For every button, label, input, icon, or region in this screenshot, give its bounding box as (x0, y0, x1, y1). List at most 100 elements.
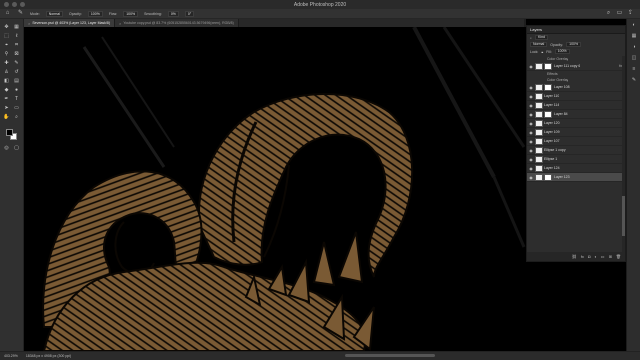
layer-name[interactable]: Layer 114 (544, 103, 559, 107)
layer-opacity-field[interactable]: 100% (566, 42, 582, 47)
fx-icon[interactable]: fx (581, 254, 584, 259)
zoom-tool-icon[interactable]: ⌕ (13, 113, 20, 120)
layers-scroll-thumb[interactable] (622, 196, 625, 236)
visibility-eye-icon[interactable]: ◉ (527, 112, 535, 117)
layer-mask-thumbnail[interactable] (544, 110, 552, 118)
layer-thumbnail[interactable] (535, 101, 543, 109)
channels-panel-icon[interactable]: ≡ (627, 63, 640, 74)
home-icon[interactable]: ⌂ (4, 10, 11, 17)
tab-severson[interactable]: × Severson.psd @ 403% (Layer 123, Layer … (24, 19, 116, 27)
workspace-icon[interactable]: ▭ (616, 10, 623, 17)
layer-thumbnail[interactable] (535, 62, 543, 70)
gradient-tool-icon[interactable]: ▤ (13, 77, 20, 84)
healing-brush-icon[interactable]: ✚ (3, 59, 10, 66)
opacity-field[interactable]: 100% (87, 10, 103, 17)
lasso-tool-icon[interactable]: ℓ (13, 32, 20, 39)
visibility-eye-icon[interactable]: ◉ (527, 166, 535, 171)
horizontal-scroll-thumb[interactable] (345, 354, 435, 357)
layer-name[interactable]: Layer 107 (544, 139, 560, 143)
layer-row[interactable]: ◉ Layer 107 (527, 137, 625, 146)
clone-stamp-icon[interactable]: ♙ (3, 68, 10, 75)
tab-youtube-copy[interactable]: × Youtube copy.psd @ 83.7% (605152855601… (115, 19, 239, 27)
layer-thumbnail[interactable] (535, 155, 543, 163)
filter-kind-select[interactable]: Kind (534, 35, 548, 40)
visibility-eye-icon[interactable]: ◉ (527, 175, 535, 180)
layer-thumbnail[interactable] (535, 128, 543, 136)
visibility-eye-icon[interactable]: ◉ (527, 103, 535, 108)
foreground-color-swatch[interactable] (6, 129, 13, 136)
layer-name[interactable]: Layer 84 (554, 112, 568, 116)
layer-name[interactable]: Layer 124 (544, 166, 560, 170)
layer-row[interactable]: ◉ Layer 84 (527, 110, 625, 119)
layers-panel-icon[interactable]: ◫ (627, 52, 640, 63)
trash-icon[interactable]: 🗑︎ (616, 254, 621, 259)
layer-name[interactable]: Layer 123 (554, 175, 570, 179)
layer-name[interactable]: Layer 108 (554, 85, 570, 89)
link-icon[interactable]: ⛓ (572, 254, 577, 259)
close-tab-icon[interactable]: × (28, 21, 30, 26)
layer-mask-thumbnail[interactable] (544, 173, 552, 181)
visibility-eye-icon[interactable]: ◉ (527, 157, 535, 162)
visibility-eye-icon[interactable]: ◉ (527, 148, 535, 153)
smoothing-field[interactable]: 0% (167, 10, 179, 17)
layer-row[interactable]: ◉ Layer 123 (527, 173, 625, 182)
visibility-eye-icon[interactable]: ◉ (527, 64, 535, 69)
layer-thumbnail[interactable] (535, 164, 543, 172)
brush-tool-icon[interactable]: ✎ (13, 59, 20, 66)
paths-panel-icon[interactable]: ✎ (627, 74, 640, 85)
color-panel-icon[interactable]: ◐ (627, 19, 640, 30)
layer-row[interactable]: ◉ Layer 110 (527, 92, 625, 101)
layer-thumbnail[interactable] (535, 92, 543, 100)
layer-thumbnail[interactable] (535, 173, 543, 181)
eraser-tool-icon[interactable]: ◧ (3, 77, 10, 84)
crop-tool-icon[interactable]: ⌗ (13, 41, 20, 48)
minimize-window-button[interactable] (12, 2, 17, 7)
visibility-eye-icon[interactable]: ◉ (527, 139, 535, 144)
layer-thumbnail[interactable] (535, 137, 543, 145)
layer-row[interactable]: ◉ Layer 124 (527, 164, 625, 173)
flow-field[interactable]: 100% (123, 10, 139, 17)
close-tab-icon[interactable]: × (119, 21, 121, 26)
zoom-window-button[interactable] (20, 2, 25, 7)
path-select-icon[interactable]: ➤ (3, 104, 10, 111)
mode-select[interactable]: Normal (45, 10, 64, 17)
brush-tool-icon[interactable]: ✎ (17, 10, 24, 17)
layer-name[interactable]: Layer 111 copy 6 (554, 64, 580, 68)
zoom-readout[interactable]: 403.29% (4, 354, 18, 358)
visibility-eye-icon[interactable]: ◉ (527, 94, 535, 99)
move-tool-icon[interactable]: ✥ (3, 23, 10, 30)
layer-name[interactable]: Ellipse 1 (544, 157, 557, 161)
document-canvas[interactable] (24, 27, 526, 351)
angle-field[interactable]: 0° (184, 10, 195, 17)
close-window-button[interactable] (4, 2, 9, 7)
layer-thumbnail[interactable] (535, 119, 543, 127)
layer-name[interactable]: Layer 120 (544, 121, 560, 125)
visibility-eye-icon[interactable]: ◉ (527, 121, 535, 126)
marquee-tool-icon[interactable]: ⬚ (3, 32, 10, 39)
layer-name[interactable]: Layer 109 (544, 130, 560, 134)
lock-icon[interactable]: 🔒︎ (541, 50, 543, 54)
dodge-tool-icon[interactable]: ● (13, 86, 20, 93)
layer-row[interactable]: ◉ Layer 111 copy 6 fx (527, 62, 625, 71)
mask-icon[interactable]: ◘ (588, 254, 590, 259)
quick-select-tool-icon[interactable]: ⌖ (3, 41, 10, 48)
layers-scrollbar[interactable] (622, 56, 625, 253)
shape-tool-icon[interactable]: ▭ (13, 104, 20, 111)
layer-name[interactable]: Layer 110 (544, 94, 559, 98)
layer-row[interactable]: ◉ Layer 108 (527, 83, 625, 92)
layer-row[interactable]: ◉ Ellipse 1 copy (527, 146, 625, 155)
visibility-eye-icon[interactable]: ◉ (527, 85, 535, 90)
layer-row[interactable]: ◉ Layer 114 (527, 101, 625, 110)
blur-tool-icon[interactable]: ◆ (3, 86, 10, 93)
search-icon[interactable]: ⌕ (605, 10, 612, 17)
pen-tool-icon[interactable]: ✒ (3, 95, 10, 102)
adjustments-panel-icon[interactable]: ◑ (627, 41, 640, 52)
blend-mode-select[interactable]: Normal (530, 42, 548, 47)
layer-mask-thumbnail[interactable] (544, 62, 552, 70)
layer-row[interactable]: ◉ Layer 120 (527, 119, 625, 128)
layer-mask-thumbnail[interactable] (544, 83, 552, 91)
layer-thumbnail[interactable] (535, 146, 543, 154)
visibility-eye-icon[interactable]: ◉ (527, 130, 535, 135)
artboard-tool-icon[interactable]: ▦ (13, 23, 20, 30)
type-tool-icon[interactable]: T (13, 95, 20, 102)
